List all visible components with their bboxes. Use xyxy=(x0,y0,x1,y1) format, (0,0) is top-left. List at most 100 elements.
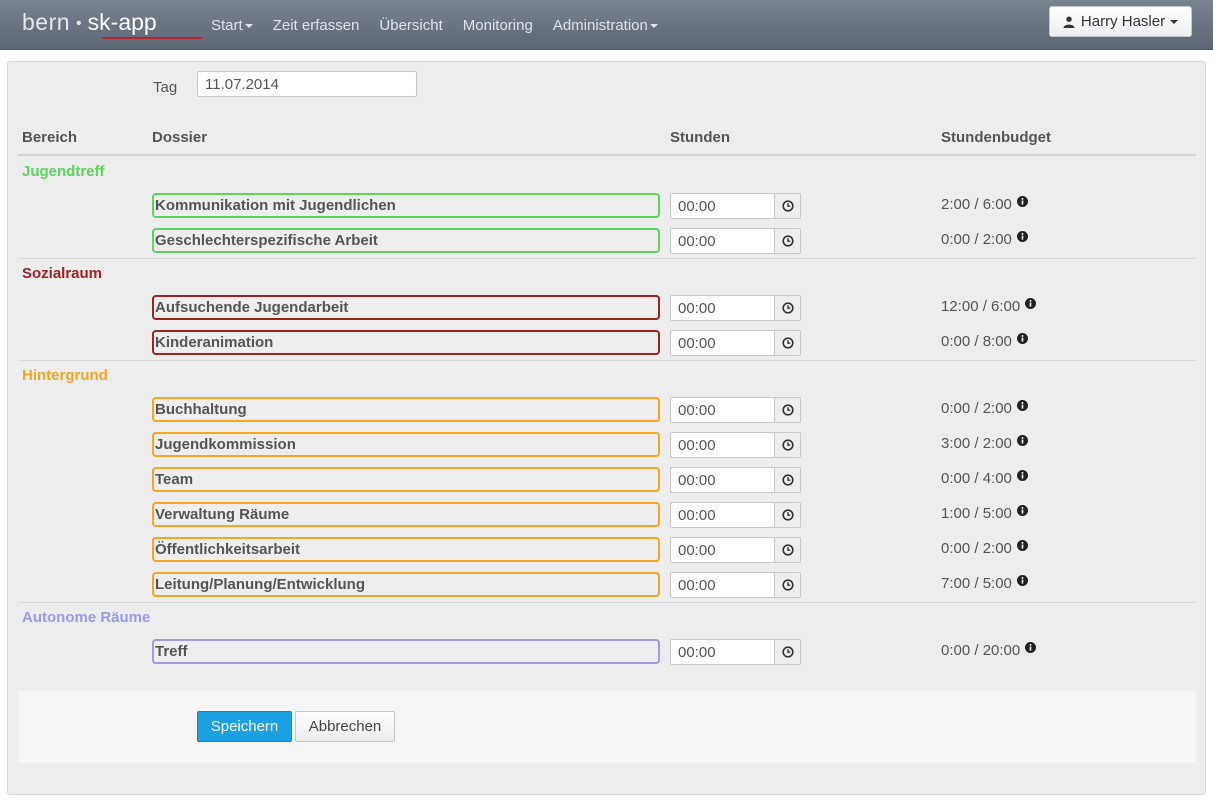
dossier-field[interactable]: Jugendkommission xyxy=(152,432,660,457)
clock-icon xyxy=(781,544,794,556)
chevron-down-icon xyxy=(1170,19,1179,24)
budget-cell: 12:00 / 6:00 xyxy=(941,298,1037,315)
nav-start[interactable]: Start xyxy=(211,17,253,34)
info-icon[interactable] xyxy=(1025,642,1037,653)
hours-input[interactable] xyxy=(671,640,774,664)
nav-administration[interactable]: Administration xyxy=(553,17,658,34)
budget-cell: 0:00 / 8:00 xyxy=(941,333,1028,350)
dossier-field[interactable]: Verwaltung Räume xyxy=(152,502,660,527)
budget-value: 1:00 / 5:00 xyxy=(941,505,1012,522)
info-icon[interactable] xyxy=(1016,333,1028,344)
dossier-field[interactable]: Kommunikation mit Jugendlichen xyxy=(152,193,660,218)
hours-input[interactable] xyxy=(671,468,774,492)
nav-uebersicht[interactable]: Übersicht xyxy=(379,17,442,34)
hours-input[interactable] xyxy=(671,194,774,218)
clock-icon xyxy=(781,404,794,416)
hours-input-group xyxy=(670,330,801,356)
clock-icon xyxy=(781,646,794,658)
column-header-stunden: Stunden xyxy=(670,129,730,146)
info-icon[interactable] xyxy=(1016,435,1028,446)
cancel-button[interactable]: Abbrechen xyxy=(295,711,395,742)
clock-icon xyxy=(781,337,794,349)
header-divider xyxy=(18,154,1196,156)
budget-cell: 7:00 / 5:00 xyxy=(941,575,1028,592)
budget-value: 0:00 / 20:00 xyxy=(941,642,1021,659)
budget-value: 0:00 / 2:00 xyxy=(941,231,1012,248)
clock-button[interactable] xyxy=(774,194,800,218)
hours-input[interactable] xyxy=(671,296,774,320)
info-icon[interactable] xyxy=(1016,575,1028,586)
info-icon[interactable] xyxy=(1016,470,1028,481)
save-button[interactable]: Speichern xyxy=(197,711,292,742)
info-icon[interactable] xyxy=(1016,540,1028,551)
dossier-field[interactable]: Geschlechterspezifische Arbeit xyxy=(152,228,660,253)
info-icon[interactable] xyxy=(1016,231,1028,242)
hours-input[interactable] xyxy=(671,331,774,355)
category-divider xyxy=(18,360,1196,361)
clock-button[interactable] xyxy=(774,433,800,457)
dossier-field[interactable]: Buchhaltung xyxy=(152,397,660,422)
nav-zeit-erfassen[interactable]: Zeit erfassen xyxy=(273,17,360,34)
clock-icon xyxy=(781,235,794,247)
brand-right: sk-app xyxy=(87,9,157,35)
info-icon[interactable] xyxy=(1016,400,1028,411)
chevron-down-icon xyxy=(244,23,253,28)
clock-button[interactable] xyxy=(774,503,800,527)
dossier-field[interactable]: Treff xyxy=(152,639,660,664)
brand-logo[interactable]: bern • sk-app xyxy=(22,9,202,39)
category-label: Sozialraum xyxy=(22,265,103,282)
dossier-field[interactable]: Team xyxy=(152,467,660,492)
nav-start-label: Start xyxy=(211,16,243,34)
info-icon[interactable] xyxy=(1016,196,1028,207)
clock-button[interactable] xyxy=(774,640,800,664)
hours-input-group xyxy=(670,193,801,219)
clock-icon xyxy=(781,302,794,314)
hours-input-group xyxy=(670,572,801,598)
clock-button[interactable] xyxy=(774,573,800,597)
budget-cell: 0:00 / 2:00 xyxy=(941,540,1028,557)
hours-input[interactable] xyxy=(671,398,774,422)
budget-value: 0:00 / 8:00 xyxy=(941,333,1012,350)
budget-cell: 0:00 / 4:00 xyxy=(941,470,1028,487)
user-menu-button[interactable]: Harry Hasler xyxy=(1049,6,1192,37)
budget-cell: 0:00 / 2:00 xyxy=(941,400,1028,417)
budget-value: 3:00 / 2:00 xyxy=(941,435,1012,452)
category-label: Hintergrund xyxy=(22,367,108,384)
dossier-field[interactable]: Aufsuchende Jugendarbeit xyxy=(152,295,660,320)
clock-button[interactable] xyxy=(774,468,800,492)
column-header-stundenbudget: Stundenbudget xyxy=(941,129,1051,146)
dossier-field[interactable]: Leitung/Planung/Entwicklung xyxy=(152,572,660,597)
hours-input-group xyxy=(670,537,801,563)
clock-button[interactable] xyxy=(774,538,800,562)
clock-button[interactable] xyxy=(774,296,800,320)
info-icon[interactable] xyxy=(1016,505,1028,516)
info-icon[interactable] xyxy=(1025,298,1037,309)
budget-value: 7:00 / 5:00 xyxy=(941,575,1012,592)
brand-underline xyxy=(102,37,202,39)
time-entry-panel: Tag Bereich Dossier Stunden Stundenbudge… xyxy=(7,61,1206,795)
nav-monitoring[interactable]: Monitoring xyxy=(463,17,533,34)
hours-input-group xyxy=(670,639,801,665)
hours-input[interactable] xyxy=(671,503,774,527)
clock-button[interactable] xyxy=(774,398,800,422)
nav-zeit-erfassen-label: Zeit erfassen xyxy=(272,16,360,34)
hours-input-group xyxy=(670,397,801,423)
dossier-field[interactable]: Öffentlichkeitsarbeit xyxy=(152,537,660,562)
budget-cell: 2:00 / 6:00 xyxy=(941,196,1028,213)
hours-input[interactable] xyxy=(671,229,774,253)
hours-input[interactable] xyxy=(671,573,774,597)
budget-value: 0:00 / 2:00 xyxy=(941,540,1012,557)
hours-input-group xyxy=(670,228,801,254)
category-divider xyxy=(18,602,1196,603)
dossier-field[interactable]: Kinderanimation xyxy=(152,330,660,355)
nav-administration-label: Administration xyxy=(552,16,648,34)
clock-icon xyxy=(781,579,794,591)
budget-cell: 3:00 / 2:00 xyxy=(941,435,1028,452)
budget-value: 0:00 / 2:00 xyxy=(941,400,1012,417)
clock-button[interactable] xyxy=(774,331,800,355)
budget-cell: 1:00 / 5:00 xyxy=(941,505,1028,522)
clock-button[interactable] xyxy=(774,229,800,253)
hours-input[interactable] xyxy=(671,433,774,457)
day-input[interactable] xyxy=(197,71,417,97)
hours-input[interactable] xyxy=(671,538,774,562)
